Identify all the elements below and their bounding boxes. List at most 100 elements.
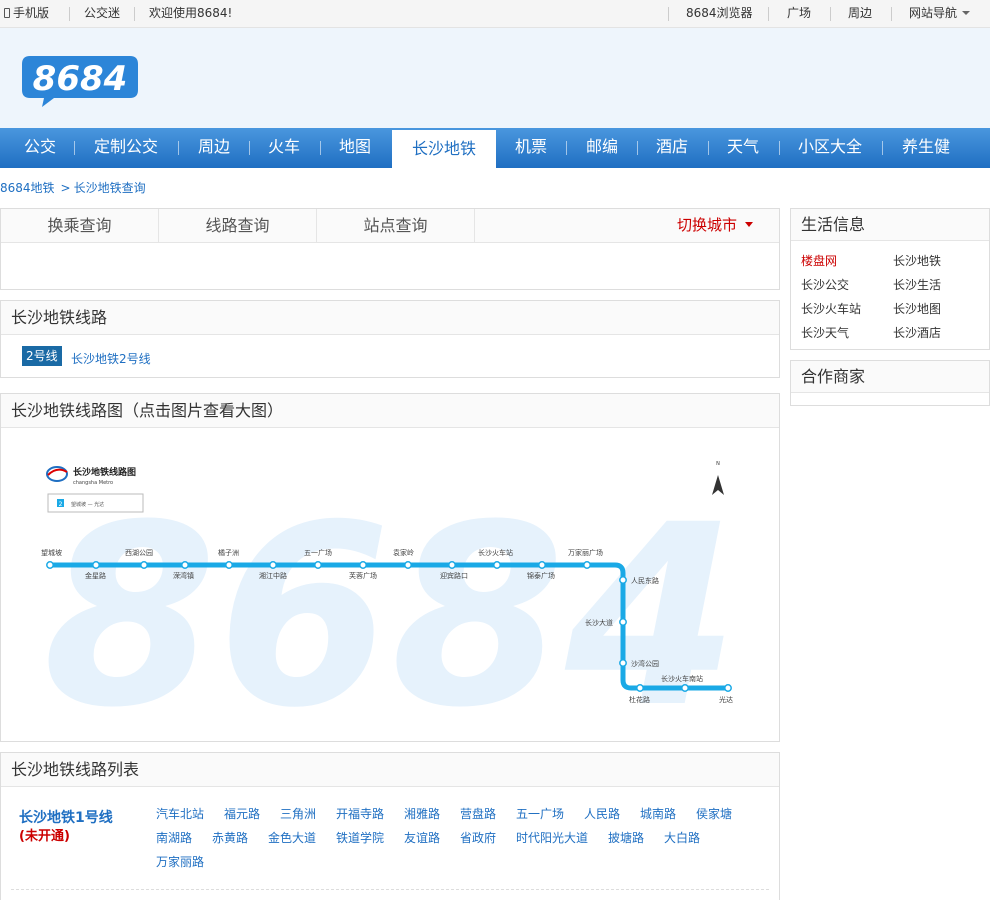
tab-line-query[interactable]: 线路查询 xyxy=(159,209,317,242)
station-label: 迎宾路口 xyxy=(440,571,468,580)
nav-item-weather[interactable]: 天气 xyxy=(715,128,771,168)
station-label: 袁家岭 xyxy=(393,548,414,557)
station-link[interactable]: 万家丽路 xyxy=(156,853,204,870)
switch-city-dropdown[interactable]: 切换城市 xyxy=(677,209,753,242)
station-label: 杜花路 xyxy=(629,695,650,704)
station-link[interactable]: 福元路 xyxy=(224,805,260,822)
map-subtitle: changsha Metro xyxy=(73,480,113,486)
sidebar-link-weather[interactable]: 长沙天气 xyxy=(801,324,849,341)
station-link[interactable]: 汽车北站 xyxy=(156,805,204,822)
station-label: 长沙大道 xyxy=(585,618,613,627)
divider xyxy=(134,7,135,21)
divider xyxy=(768,7,769,21)
station-label: 芙蓉广场 xyxy=(349,571,377,580)
sidebar-link-map[interactable]: 长沙地图 xyxy=(893,300,941,317)
tab-station-query[interactable]: 站点查询 xyxy=(317,209,475,242)
tab-transfer-query[interactable]: 换乘查询 xyxy=(1,209,159,242)
chevron-down-icon xyxy=(962,11,971,15)
square-link[interactable]: 广场 xyxy=(787,0,811,27)
station-link[interactable]: 营盘路 xyxy=(460,805,496,822)
welcome-text: 欢迎使用8684! xyxy=(149,6,233,20)
metro-map-image[interactable]: 8684 长沙地铁线路图 changsha Metro 2 望城坡 — 光达 N xyxy=(1,428,779,740)
nav-divider xyxy=(566,141,567,155)
station-link[interactable]: 金色大道 xyxy=(268,829,316,846)
nav-item-bus[interactable]: 公交 xyxy=(12,128,68,168)
site-nav-label: 网站导航 xyxy=(909,6,958,20)
main-nav: 公交 定制公交 周边 火车 地图 长沙地铁 机票 邮编 酒店 天气 小区大全 养… xyxy=(0,128,990,168)
station-link[interactable]: 大白路 xyxy=(664,829,700,846)
nav-item-communities[interactable]: 小区大全 xyxy=(788,128,872,168)
panel-title: 长沙地铁线路 xyxy=(1,301,779,335)
nav-divider xyxy=(779,141,780,155)
search-tabs: 换乘查询 线路查询 站点查询 切换城市 xyxy=(1,209,779,243)
station-link[interactable]: 南湖路 xyxy=(156,829,192,846)
metro-map-panel: 长沙地铁线路图（点击图片查看大图） 8684 长沙地铁线路图 changsha … xyxy=(0,393,780,742)
divider xyxy=(69,7,70,21)
station-label: 橘子洲 xyxy=(218,548,239,557)
metro-map-svg[interactable]: 8684 长沙地铁线路图 changsha Metro 2 望城坡 — 光达 N xyxy=(1,428,779,740)
sidebar-link-life[interactable]: 长沙生活 xyxy=(893,276,941,293)
sidebar-link-hotel[interactable]: 长沙酒店 xyxy=(893,324,941,341)
station-label: 湘江中路 xyxy=(259,571,287,580)
line-1-title[interactable]: 长沙地铁1号线 xyxy=(19,807,113,827)
nav-item-hotel[interactable]: 酒店 xyxy=(644,128,700,168)
nav-item-flights[interactable]: 机票 xyxy=(503,128,559,168)
bus-fans-link[interactable]: 公交迷 xyxy=(84,0,120,27)
sidebar-link-metro[interactable]: 长沙地铁 xyxy=(893,252,941,269)
station-link[interactable]: 侯家塘 xyxy=(696,805,732,822)
station-link[interactable]: 五一广场 xyxy=(516,805,564,822)
site-nav-dropdown[interactable]: 网站导航 xyxy=(909,0,971,27)
sidebar-link-bus[interactable]: 长沙公交 xyxy=(801,276,849,293)
line-badge[interactable]: 2号线 xyxy=(22,346,62,366)
partners-panel: 合作商家 xyxy=(790,360,990,406)
station-link[interactable]: 友谊路 xyxy=(404,829,440,846)
sidebar-link-train-station[interactable]: 长沙火车站 xyxy=(801,300,861,317)
station-link[interactable]: 人民路 xyxy=(584,805,620,822)
station-link[interactable]: 时代阳光大道 xyxy=(516,829,588,846)
station-label: 万家丽广场 xyxy=(568,548,603,557)
station-label: 望城坡 xyxy=(41,548,62,557)
nav-item-postcode[interactable]: 邮编 xyxy=(574,128,630,168)
nav-item-custom-bus[interactable]: 定制公交 xyxy=(84,128,168,168)
nav-divider xyxy=(708,141,709,155)
station-link[interactable]: 省政府 xyxy=(460,829,496,846)
breadcrumb-current[interactable]: 长沙地铁查询 xyxy=(74,181,146,195)
partners-title: 合作商家 xyxy=(791,361,989,393)
station-link[interactable]: 城南路 xyxy=(640,805,676,822)
breadcrumb-separator: > xyxy=(60,181,71,195)
nav-item-health[interactable]: 养生健 xyxy=(890,128,962,168)
nearby-link[interactable]: 周边 xyxy=(848,0,872,27)
site-logo[interactable]: 8684 xyxy=(20,52,140,108)
station-link[interactable]: 披塘路 xyxy=(608,829,644,846)
nav-item-train[interactable]: 火车 xyxy=(256,128,312,168)
station-link[interactable]: 开福寺路 xyxy=(336,805,384,822)
mobile-version-link[interactable]: 手机版 xyxy=(4,0,49,27)
station-link[interactable]: 湘雅路 xyxy=(404,805,440,822)
switch-city-label: 切换城市 xyxy=(676,216,737,234)
nav-item-changsha-metro[interactable]: 长沙地铁 xyxy=(392,130,496,168)
station-label: 长沙火车站 xyxy=(478,548,513,557)
divider xyxy=(11,889,769,890)
logo-text: 8684 xyxy=(33,59,128,99)
station-link[interactable]: 铁道学院 xyxy=(336,829,384,846)
breadcrumb: 8684地铁 > 长沙地铁查询 xyxy=(0,180,146,196)
breadcrumb-root-link[interactable]: 8684地铁 xyxy=(0,181,55,195)
top-utility-bar: 手机版 公交迷 欢迎使用8684! 8684浏览器 广场 周边 网站导航 xyxy=(0,0,990,28)
station-label: 西湖公园 xyxy=(125,548,153,557)
station-label: 沙湾公园 xyxy=(631,659,659,668)
browser-link[interactable]: 8684浏览器 xyxy=(686,0,753,27)
divider xyxy=(891,7,892,21)
nav-item-nearby[interactable]: 周边 xyxy=(186,128,242,168)
line-2-link[interactable]: 长沙地铁2号线 xyxy=(71,350,151,367)
station-label: 溁湾镇 xyxy=(173,571,194,580)
nav-item-map[interactable]: 地图 xyxy=(327,128,383,168)
station-label: 人民东路 xyxy=(631,576,659,585)
station-link[interactable]: 三角洲 xyxy=(280,805,316,822)
nav-divider xyxy=(74,141,75,155)
sidebar-link-property[interactable]: 楼盘网 xyxy=(801,252,837,269)
station-link[interactable]: 赤黄路 xyxy=(212,829,248,846)
life-info-title: 生活信息 xyxy=(791,209,989,241)
metro-lines-panel: 长沙地铁线路 2号线 长沙地铁2号线 xyxy=(0,300,780,378)
nav-divider xyxy=(320,141,321,155)
divider xyxy=(830,7,831,21)
